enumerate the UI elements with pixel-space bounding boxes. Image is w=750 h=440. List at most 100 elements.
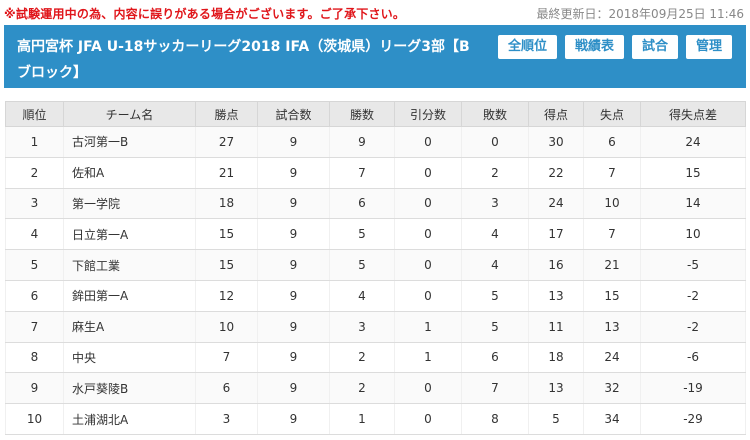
goal-difference-cell: -29 [640,403,746,435]
won-cell: 7 [329,156,395,189]
drawn-cell: 0 [394,403,462,435]
won-cell: 2 [329,341,395,374]
lost-cell: 0 [461,126,529,158]
rank-cell: 9 [5,372,64,405]
table-row: 8 中央 7 9 2 1 6 18 24 -6 [5,341,746,374]
team-name-cell: 古河第一B [63,126,196,158]
goals-for-cell: 22 [528,156,584,189]
won-cell: 5 [329,218,395,251]
rank-cell: 4 [5,218,64,251]
standings-table-wrap: 順位 チーム名 勝点 試合数 勝数 引分数 敗数 得点 失点 得失点差 1 古河… [5,101,746,435]
goal-difference-cell: -6 [640,341,746,374]
table-row: 4 日立第一A 15 9 5 0 4 17 7 10 [5,218,746,251]
drawn-cell: 1 [394,310,462,343]
column-header: 引分数 [394,101,462,127]
goal-difference-cell: 14 [640,187,746,220]
results-button[interactable]: 戦績表 [564,35,624,59]
rank-cell: 3 [5,187,64,220]
league-header: 高円宮杯 JFA U-18サッカーリーグ2018 IFA（茨城県）リーグ3部【B… [4,25,746,88]
points-cell: 12 [195,279,258,312]
rank-cell: 7 [5,310,64,343]
table-header-row: 順位 チーム名 勝点 試合数 勝数 引分数 敗数 得点 失点 得失点差 [5,101,746,127]
played-cell: 9 [257,279,330,312]
points-cell: 10 [195,310,258,343]
column-header: 敗数 [461,101,529,127]
column-header: 失点 [583,101,641,127]
column-header: 順位 [5,101,64,127]
goals-for-cell: 11 [528,310,584,343]
team-name-cell: 中央 [63,341,196,374]
played-cell: 9 [257,126,330,158]
rank-cell: 2 [5,156,64,189]
team-name-cell: 土浦湖北A [63,403,196,435]
played-cell: 9 [257,372,330,405]
goals-for-cell: 17 [528,218,584,251]
won-cell: 1 [329,403,395,435]
drawn-cell: 0 [394,126,462,158]
lost-cell: 3 [461,187,529,220]
drawn-cell: 0 [394,187,462,220]
rank-cell: 10 [5,403,64,435]
drawn-cell: 0 [394,249,462,281]
table-row: 6 鉾田第一A 12 9 4 0 5 13 15 -2 [5,279,746,312]
points-cell: 6 [195,372,258,405]
column-header: 得点 [528,101,584,127]
goals-against-cell: 6 [583,126,641,158]
goal-difference-cell: -19 [640,372,746,405]
goals-against-cell: 24 [583,341,641,374]
trial-notice: ※試験運用中の為、内容に誤りがある場合がございます。ご了承下さい。 [4,7,406,21]
table-row: 3 第一学院 18 9 6 0 3 24 10 14 [5,187,746,220]
won-cell: 6 [329,187,395,220]
played-cell: 9 [257,341,330,374]
all-ranking-button[interactable]: 全順位 [497,35,557,59]
won-cell: 4 [329,279,395,312]
column-header: 勝点 [195,101,258,127]
rank-cell: 6 [5,279,64,312]
table-row: 5 下館工業 15 9 5 0 4 16 21 -5 [5,249,746,281]
won-cell: 3 [329,310,395,343]
lost-cell: 6 [461,341,529,374]
goals-for-cell: 5 [528,403,584,435]
lost-cell: 5 [461,279,529,312]
header-buttons: 全順位 戦績表 試合 管理 [497,35,732,59]
played-cell: 9 [257,156,330,189]
goals-against-cell: 32 [583,372,641,405]
lost-cell: 2 [461,156,529,189]
team-name-cell: 下館工業 [63,249,196,281]
standings-table: 順位 チーム名 勝点 試合数 勝数 引分数 敗数 得点 失点 得失点差 1 古河… [5,101,746,435]
goal-difference-cell: 10 [640,218,746,251]
won-cell: 2 [329,372,395,405]
played-cell: 9 [257,249,330,281]
goal-difference-cell: -5 [640,249,746,281]
played-cell: 9 [257,310,330,343]
goals-for-cell: 24 [528,187,584,220]
goals-against-cell: 15 [583,279,641,312]
goal-difference-cell: 24 [640,126,746,158]
team-name-cell: 日立第一A [63,218,196,251]
column-header: 試合数 [257,101,330,127]
team-name-cell: 鉾田第一A [63,279,196,312]
played-cell: 9 [257,218,330,251]
admin-button[interactable]: 管理 [685,35,732,59]
league-title: 高円宮杯 JFA U-18サッカーリーグ2018 IFA（茨城県）リーグ3部【B… [17,39,470,81]
column-header: チーム名 [63,101,196,127]
goals-against-cell: 7 [583,218,641,251]
rank-cell: 1 [5,126,64,158]
matches-button[interactable]: 試合 [631,35,678,59]
table-row: 1 古河第一B 27 9 9 0 0 30 6 24 [5,126,746,158]
table-row: 7 麻生A 10 9 3 1 5 11 13 -2 [5,310,746,343]
team-name-cell: 第一学院 [63,187,196,220]
points-cell: 27 [195,126,258,158]
rank-cell: 5 [5,249,64,281]
drawn-cell: 0 [394,279,462,312]
won-cell: 5 [329,249,395,281]
goals-against-cell: 13 [583,310,641,343]
goals-for-cell: 13 [528,279,584,312]
lost-cell: 8 [461,403,529,435]
played-cell: 9 [257,187,330,220]
table-row: 9 水戸葵陵B 6 9 2 0 7 13 32 -19 [5,372,746,405]
drawn-cell: 1 [394,341,462,374]
goals-for-cell: 13 [528,372,584,405]
goals-against-cell: 34 [583,403,641,435]
rank-cell: 8 [5,341,64,374]
